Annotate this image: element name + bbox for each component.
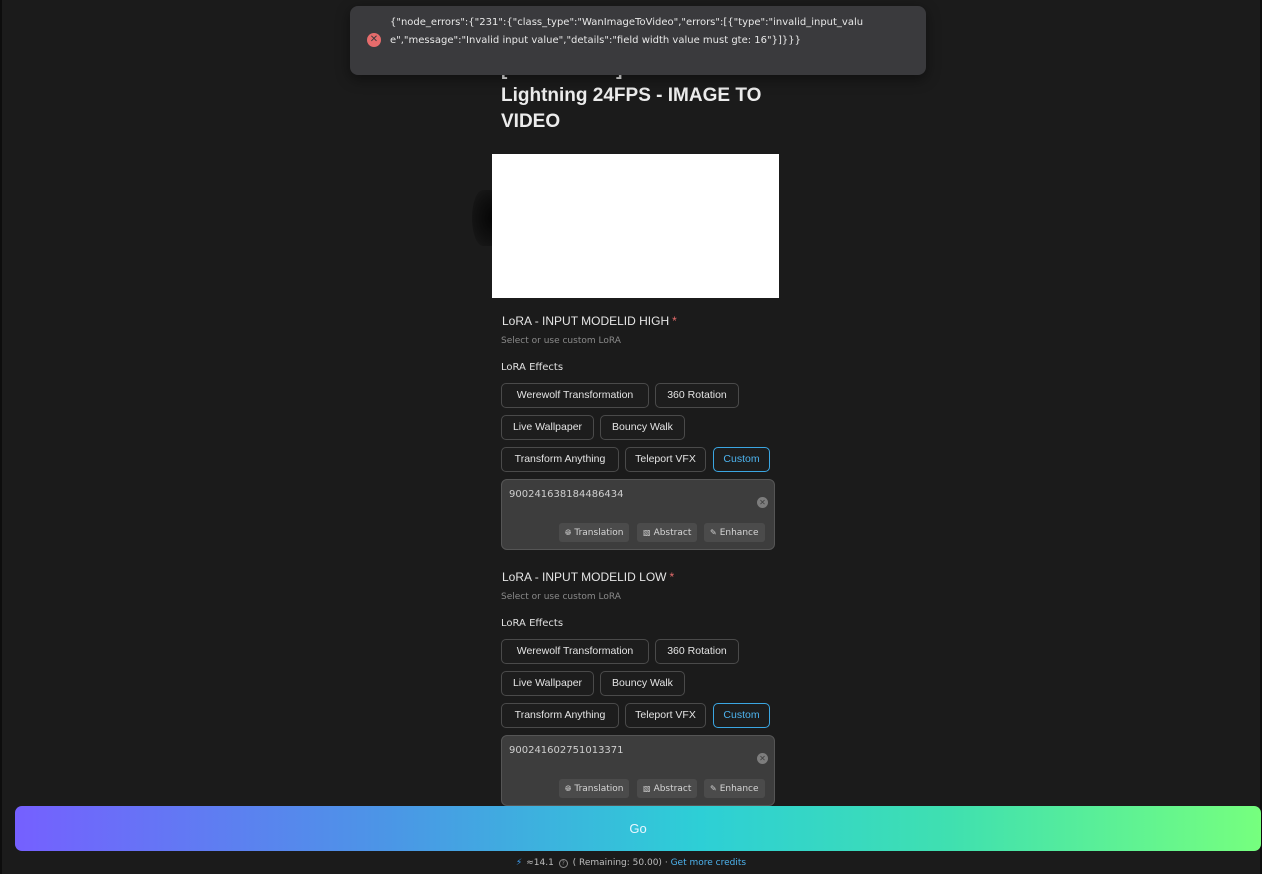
chip-custom[interactable]: Custom (713, 703, 770, 728)
translation-button[interactable]: 🌐︎ Translation (559, 779, 630, 798)
translation-label: Translation (574, 784, 624, 794)
lora-high-effects-label: LoRA Effects (501, 362, 564, 373)
lora-high-title: LoRA - INPUT MODELID HIGH * (502, 314, 677, 328)
enhance-button[interactable]: ✎ Enhance (704, 779, 765, 798)
translation-button[interactable]: 🌐︎ Translation (559, 523, 630, 542)
chip-transform-anything[interactable]: Transform Anything (501, 703, 619, 728)
abstract-button[interactable]: ▧ Abstract (637, 779, 698, 798)
abstract-button[interactable]: ▧ Abstract (637, 523, 698, 542)
lora-high-input[interactable]: 900241638184486434 ✕ 🌐︎ Translation ▧ Abst… (501, 479, 775, 550)
enhance-label: Enhance (719, 528, 759, 538)
abstract-label: Abstract (653, 784, 692, 794)
chip-bouncy-walk[interactable]: Bouncy Walk (600, 671, 685, 696)
required-mark: * (669, 570, 675, 584)
chip-custom[interactable]: Custom (713, 447, 770, 472)
lora-low-input[interactable]: 900241602751013371 ✕ 🌐︎ Translation ▧ Abst… (501, 735, 775, 806)
lora-low-effects-label: LoRA Effects (501, 618, 564, 629)
get-more-credits-link[interactable]: Get more credits (671, 858, 747, 868)
lightning-icon: ⚡︎ (515, 858, 523, 868)
clear-icon[interactable]: ✕ (757, 753, 768, 764)
abstract-label: Abstract (653, 528, 692, 538)
clear-icon[interactable]: ✕ (757, 497, 768, 508)
chip-transform-anything[interactable]: Transform Anything (501, 447, 619, 472)
chip-teleport-vfx[interactable]: Teleport VFX (625, 703, 706, 728)
credits-bar: ⚡︎ ≈14.1 ? ( Remaining: 50.00) · Get more… (0, 858, 1262, 868)
error-toast: ✕ {"node_errors":{"231":{"class_type":"W… (350, 6, 926, 75)
enhance-button[interactable]: ✎ Enhance (704, 523, 765, 542)
chip-werewolf-transformation[interactable]: Werewolf Transformation (501, 383, 649, 408)
chip-live-wallpaper[interactable]: Live Wallpaper (501, 415, 594, 440)
chip-bouncy-walk[interactable]: Bouncy Walk (600, 415, 685, 440)
error-message: {"node_errors":{"231":{"class_type":"Wan… (390, 17, 864, 46)
image-icon: ▧ (643, 528, 651, 537)
chip-werewolf-transformation[interactable]: Werewolf Transformation (501, 639, 649, 664)
lora-high-hint: Select or use custom LoRA (501, 336, 621, 346)
credit-separator: · (664, 858, 668, 868)
lora-low-hint: Select or use custom LoRA (501, 592, 621, 602)
required-mark: * (672, 314, 677, 328)
translation-label: Translation (574, 528, 624, 538)
chip-live-wallpaper[interactable]: Live Wallpaper (501, 671, 594, 696)
window-border-left (0, 0, 2, 874)
help-icon[interactable]: ? (558, 859, 568, 868)
chip-360-rotation[interactable]: 360 Rotation (655, 639, 739, 664)
image-icon: ▧ (643, 784, 651, 793)
go-button[interactable]: Go (15, 806, 1261, 851)
preview-shadow (472, 190, 494, 246)
globe-icon: 🌐︎ (565, 528, 572, 537)
lora-low-title: LoRA - INPUT MODELID LOW * (502, 570, 674, 584)
credit-remaining: ( Remaining: 50.00) (572, 858, 662, 868)
chip-teleport-vfx[interactable]: Teleport VFX (625, 447, 706, 472)
pencil-icon: ✎ (710, 784, 717, 793)
credit-cost: ≈14.1 (526, 858, 554, 868)
lora-low-title-text: LoRA - INPUT MODELID LOW (502, 570, 667, 584)
error-circle-icon: ✕ (367, 33, 381, 47)
globe-icon: 🌐︎ (565, 784, 572, 793)
pencil-icon: ✎ (710, 528, 717, 537)
lora-high-title-text: LoRA - INPUT MODELID HIGH (502, 314, 670, 328)
input-image-preview[interactable] (492, 154, 779, 298)
enhance-label: Enhance (719, 784, 759, 794)
lora-low-value[interactable]: 900241602751013371 (509, 745, 624, 756)
chip-360-rotation[interactable]: 360 Rotation (655, 383, 739, 408)
lora-high-value[interactable]: 900241638184486434 (509, 489, 624, 500)
